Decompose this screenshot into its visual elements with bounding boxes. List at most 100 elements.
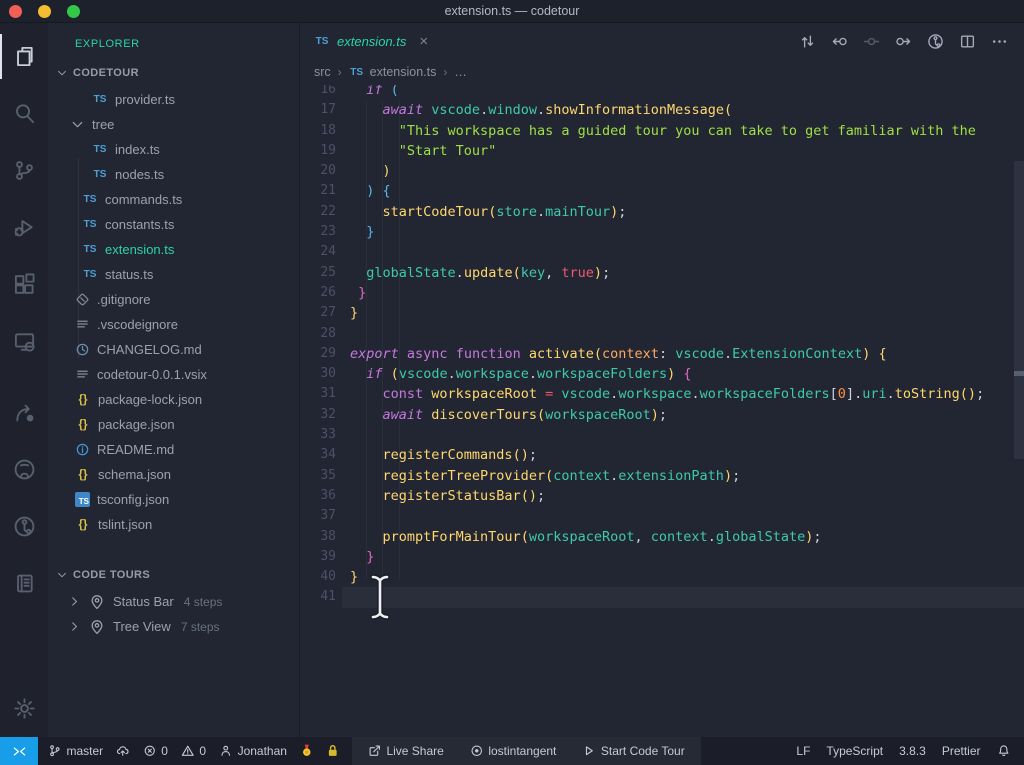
file-tree-item-provider-ts[interactable]: TSprovider.ts — [48, 87, 299, 112]
more-actions-icon[interactable] — [991, 33, 1008, 50]
code-line-22[interactable]: 22 startCodeTour(store.mainTour); — [300, 202, 1024, 222]
code-line-38[interactable]: 38 promptForMainTour(workspaceRoot, cont… — [300, 527, 1024, 547]
navigate-dot-icon[interactable] — [863, 33, 880, 50]
code-line-40[interactable]: 40} — [300, 567, 1024, 587]
code-line-23[interactable]: 23 } — [300, 222, 1024, 242]
navigate-back-icon[interactable] — [831, 33, 848, 50]
section-header-codetour[interactable]: CODETOUR — [56, 67, 299, 79]
tab-extension-ts[interactable]: TS extension.ts × — [300, 23, 438, 59]
code-line-35[interactable]: 35 registerTreeProvider(context.extensio… — [300, 466, 1024, 486]
code-area[interactable]: 16 if (17 await vscode.window.showInform… — [300, 85, 1024, 737]
code-line-31[interactable]: 31 const workspaceRoot = vscode.workspac… — [300, 384, 1024, 404]
status-item-lock[interactable] — [326, 744, 340, 758]
activity-run-debug-icon[interactable] — [0, 199, 48, 256]
activity-settings-gear-icon[interactable] — [0, 680, 48, 737]
code-line-37[interactable]: 37 — [300, 506, 1024, 526]
status-item-master[interactable]: master — [48, 744, 103, 758]
scrollbar[interactable] — [1014, 161, 1024, 459]
status-item-lf[interactable]: LF — [796, 744, 810, 758]
code-line-27[interactable]: 27} — [300, 303, 1024, 323]
avatar-circle-icon — [470, 744, 484, 758]
file-tree-item-package-json[interactable]: {}package.json — [48, 412, 299, 437]
file-tree-item--gitignore[interactable]: .gitignore — [48, 287, 299, 312]
activity-extensions-icon[interactable] — [0, 256, 48, 313]
code-tour-item-status-bar[interactable]: Status Bar4 steps — [48, 589, 299, 614]
status-item-0[interactable]: 0 — [143, 744, 168, 758]
file-tree-item-codetour-0-0-1-vsix[interactable]: codetour-0.0.1.vsix — [48, 362, 299, 387]
maximize-window-button[interactable] — [67, 5, 80, 18]
status-item-lostintangent[interactable]: lostintangent — [470, 744, 557, 758]
status-item-typescript[interactable]: TypeScript — [826, 744, 883, 758]
status-item-bell[interactable] — [997, 744, 1011, 758]
code-line-24[interactable]: 24 — [300, 242, 1024, 262]
activity-search-icon[interactable] — [0, 85, 48, 142]
file-tree-item-schema-json[interactable]: {}schema.json — [48, 462, 299, 487]
activity-notebook-icon[interactable] — [0, 555, 48, 612]
file-name: nodes.ts — [115, 167, 164, 182]
file-tree-item-tslint-json[interactable]: {}tslint.json — [48, 512, 299, 537]
code-line-32[interactable]: 32 await discoverTours(workspaceRoot); — [300, 405, 1024, 425]
status-live-share-group: Live Share lostintangent Start Code Tour — [352, 737, 701, 765]
gitlens-icon[interactable] — [927, 33, 944, 50]
file-tree-item-tree[interactable]: tree — [48, 112, 299, 137]
minimize-window-button[interactable] — [38, 5, 51, 18]
file-tree-item-extension-ts[interactable]: TSextension.ts — [48, 237, 299, 262]
code-line-17[interactable]: 17 await vscode.window.showInformationMe… — [300, 100, 1024, 120]
section-header-code-tours[interactable]: CODE TOURS — [56, 569, 299, 581]
line-number: 39 — [300, 547, 336, 567]
code-line-21[interactable]: 21 ) { — [300, 181, 1024, 201]
code-tour-item-tree-view[interactable]: Tree View7 steps — [48, 614, 299, 639]
code-line-33[interactable]: 33 — [300, 425, 1024, 445]
file-tree-item-readme-md[interactable]: README.md — [48, 437, 299, 462]
file-name: constants.ts — [105, 217, 174, 232]
activity-explorer-icon[interactable] — [0, 28, 48, 85]
file-tree-item-index-ts[interactable]: TSindex.ts — [48, 137, 299, 162]
code-line-39[interactable]: 39 } — [300, 547, 1024, 567]
breadcrumb-item[interactable]: src — [314, 65, 331, 79]
file-name: index.ts — [115, 142, 160, 157]
code-line-19[interactable]: 19 "Start Tour" — [300, 141, 1024, 161]
code-line-36[interactable]: 36 registerStatusBar(); — [300, 486, 1024, 506]
activity-live-share-icon[interactable] — [0, 384, 48, 441]
code-line-34[interactable]: 34 registerCommands(); — [300, 445, 1024, 465]
status-item-3-8-3[interactable]: 3.8.3 — [899, 744, 926, 758]
status-item-cloud-upload[interactable] — [116, 744, 130, 758]
file-tree-item-nodes-ts[interactable]: TSnodes.ts — [48, 162, 299, 187]
activity-github-icon[interactable] — [0, 441, 48, 498]
status-item-start-code-tour[interactable]: Start Code Tour — [582, 744, 684, 758]
activity-gitlens-icon[interactable] — [0, 498, 48, 555]
file-name: .gitignore — [97, 292, 150, 307]
compare-changes-icon[interactable] — [799, 33, 816, 50]
split-editor-icon[interactable] — [959, 33, 976, 50]
status-item-medal[interactable] — [300, 744, 314, 758]
close-tab-icon[interactable]: × — [419, 34, 428, 49]
navigate-forward-icon[interactable] — [895, 33, 912, 50]
window-controls[interactable] — [9, 5, 80, 18]
breadcrumb-item[interactable]: TSextension.ts — [349, 65, 437, 79]
file-tree-item-commands-ts[interactable]: TScommands.ts — [48, 187, 299, 212]
status-item-live-share[interactable]: Live Share — [368, 744, 444, 758]
code-line-26[interactable]: 26 } — [300, 283, 1024, 303]
code-line-20[interactable]: 20 ) — [300, 161, 1024, 181]
status-item-prettier[interactable]: Prettier — [942, 744, 981, 758]
code-line-28[interactable]: 28 — [300, 324, 1024, 344]
activity-source-control-icon[interactable] — [0, 142, 48, 199]
code-line-18[interactable]: 18 "This workspace has a guided tour you… — [300, 121, 1024, 141]
remote-indicator[interactable] — [0, 737, 38, 765]
code-line-25[interactable]: 25 globalState.update(key, true); — [300, 263, 1024, 283]
status-item-jonathan[interactable]: Jonathan — [219, 744, 287, 758]
code-line-16[interactable]: 16 if ( — [300, 85, 1024, 100]
code-line-29[interactable]: 29export async function activate(context… — [300, 344, 1024, 364]
code-line-41[interactable]: 41 — [300, 587, 1024, 607]
code-line-30[interactable]: 30 if (vscode.workspace.workspaceFolders… — [300, 364, 1024, 384]
file-tree-item--vscodeignore[interactable]: .vscodeignore — [48, 312, 299, 337]
breadcrumb-item[interactable]: … — [454, 65, 467, 79]
activity-remote-explorer-icon[interactable] — [0, 313, 48, 370]
file-tree-item-package-lock-json[interactable]: {}package-lock.json — [48, 387, 299, 412]
file-tree-item-status-ts[interactable]: TSstatus.ts — [48, 262, 299, 287]
file-tree-item-constants-ts[interactable]: TSconstants.ts — [48, 212, 299, 237]
file-tree-item-changelog-md[interactable]: CHANGELOG.md — [48, 337, 299, 362]
close-window-button[interactable] — [9, 5, 22, 18]
file-tree-item-tsconfig-json[interactable]: TStsconfig.json — [48, 487, 299, 512]
status-item-0[interactable]: 0 — [181, 744, 206, 758]
